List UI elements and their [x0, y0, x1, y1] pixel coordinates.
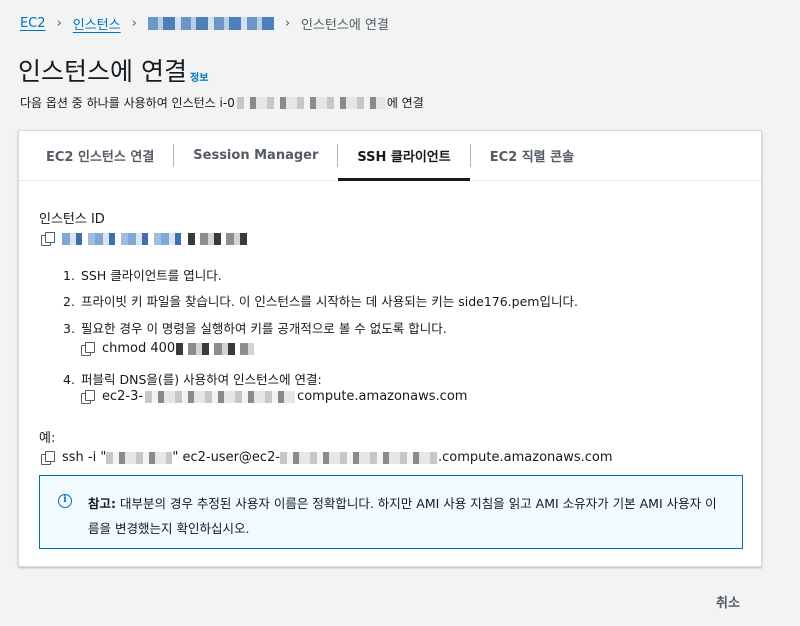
info-link[interactable]: 정보: [190, 69, 208, 84]
copy-icon[interactable]: [41, 232, 55, 246]
tab-ec2-instance-connect[interactable]: EC2 인스턴스 연결: [27, 131, 173, 180]
instance-id-label: 인스턴스 ID: [39, 212, 105, 227]
redacted-dns: [145, 390, 296, 403]
copy-icon[interactable]: [81, 390, 95, 404]
cancel-button[interactable]: 취소: [716, 592, 740, 611]
redacted-key-name: [176, 342, 255, 355]
ssh-prefix: ssh -i ": [62, 450, 107, 465]
info-alert-text: 참고: 대부분의 경우 추정된 사용자 이름은 정확합니다. 하지만 AMI 사…: [88, 491, 728, 541]
redacted-key-name: [106, 451, 173, 464]
example-command-row: ssh -i " " ec2-user@ec2- .compute.amazon…: [41, 450, 613, 465]
chevron-right-icon: ›: [56, 16, 62, 31]
step-3-text: 필요한 경우 이 명령을 실행하여 키를 공개적으로 볼 수 없도록 합니다.: [81, 321, 447, 336]
subtitle-prefix: 다음 옵션 중 하나를 사용하여 인스턴스 i-0: [20, 96, 235, 110]
redacted-instance-id: [236, 96, 385, 109]
step-4-text: 퍼블릭 DNS을(를) 사용하여 인스턴스에 연결:: [81, 372, 322, 387]
ssh-suffix: .compute.amazonaws.com: [438, 450, 613, 465]
step-2-text: 프라이빗 키 파일을 찾습니다. 이 인스턴스를 시작하는 데 사용되는 키는 …: [81, 294, 578, 309]
connect-panel: EC2 인스턴스 연결 Session Manager SSH 클라이언트 EC…: [18, 130, 762, 567]
page-title: 인스턴스에 연결: [18, 57, 187, 86]
chmod-command: chmod 400: [102, 341, 176, 356]
ssh-mid: " ec2-user@ec2-: [172, 450, 281, 465]
info-alert: i 참고: 대부분의 경우 추정된 사용자 이름은 정확합니다. 하지만 AMI…: [39, 475, 743, 549]
page-subtitle: 다음 옵션 중 하나를 사용하여 인스턴스 i-0 에 연결: [20, 94, 424, 111]
breadcrumb-instances-link[interactable]: 인스턴스: [73, 14, 121, 33]
dns-prefix: ec2-3-: [102, 389, 144, 404]
chevron-right-icon: ›: [131, 16, 137, 31]
note-label: 참고:: [88, 496, 116, 511]
dns-suffix: compute.amazonaws.com: [297, 389, 468, 404]
info-icon: i: [58, 494, 72, 508]
breadcrumb-ec2-link[interactable]: EC2: [20, 16, 46, 31]
tab-session-manager[interactable]: Session Manager: [174, 131, 337, 180]
redacted-instance-id-value: [188, 232, 250, 245]
chmod-command-row: chmod 400: [81, 341, 255, 356]
redacted-dns: [280, 451, 439, 464]
example-label: 예:: [39, 431, 56, 446]
breadcrumb-current: 인스턴스에 연결: [301, 18, 389, 33]
dns-row: ec2-3- compute.amazonaws.com: [81, 389, 467, 404]
step-1: 1. SSH 클라이언트를 엽니다.: [63, 268, 222, 283]
copy-icon[interactable]: [81, 342, 95, 356]
subtitle-suffix: 에 연결: [386, 96, 424, 110]
tab-bar: EC2 인스턴스 연결 Session Manager SSH 클라이언트 EC…: [19, 131, 761, 181]
step-2: 2. 프라이빗 키 파일을 찾습니다. 이 인스턴스를 시작하는 데 사용되는 키…: [63, 294, 578, 309]
redacted-instance-id-value: [62, 232, 182, 245]
step-3: 3. 필요한 경우 이 명령을 실행하여 키를 공개적으로 볼 수 없도록 합니다…: [63, 321, 447, 336]
tab-ec2-serial-console[interactable]: EC2 직렬 콘솔: [471, 131, 593, 180]
note-text: 대부분의 경우 추정된 사용자 이름은 정확합니다. 하지만 AMI 사용 지침…: [88, 496, 717, 536]
tab-ssh-client[interactable]: SSH 클라이언트: [338, 131, 471, 181]
chevron-right-icon: ›: [284, 16, 291, 31]
copy-icon[interactable]: [41, 451, 55, 465]
breadcrumb-instance-id-link-redacted[interactable]: [147, 17, 274, 30]
step-1-text: SSH 클라이언트를 엽니다.: [81, 268, 222, 283]
instance-id-row: [41, 232, 250, 246]
step-4: 4. 퍼블릭 DNS을(를) 사용하여 인스턴스에 연결:: [63, 372, 322, 387]
breadcrumb: EC2 › 인스턴스 › › 인스턴스에 연결: [20, 14, 389, 33]
